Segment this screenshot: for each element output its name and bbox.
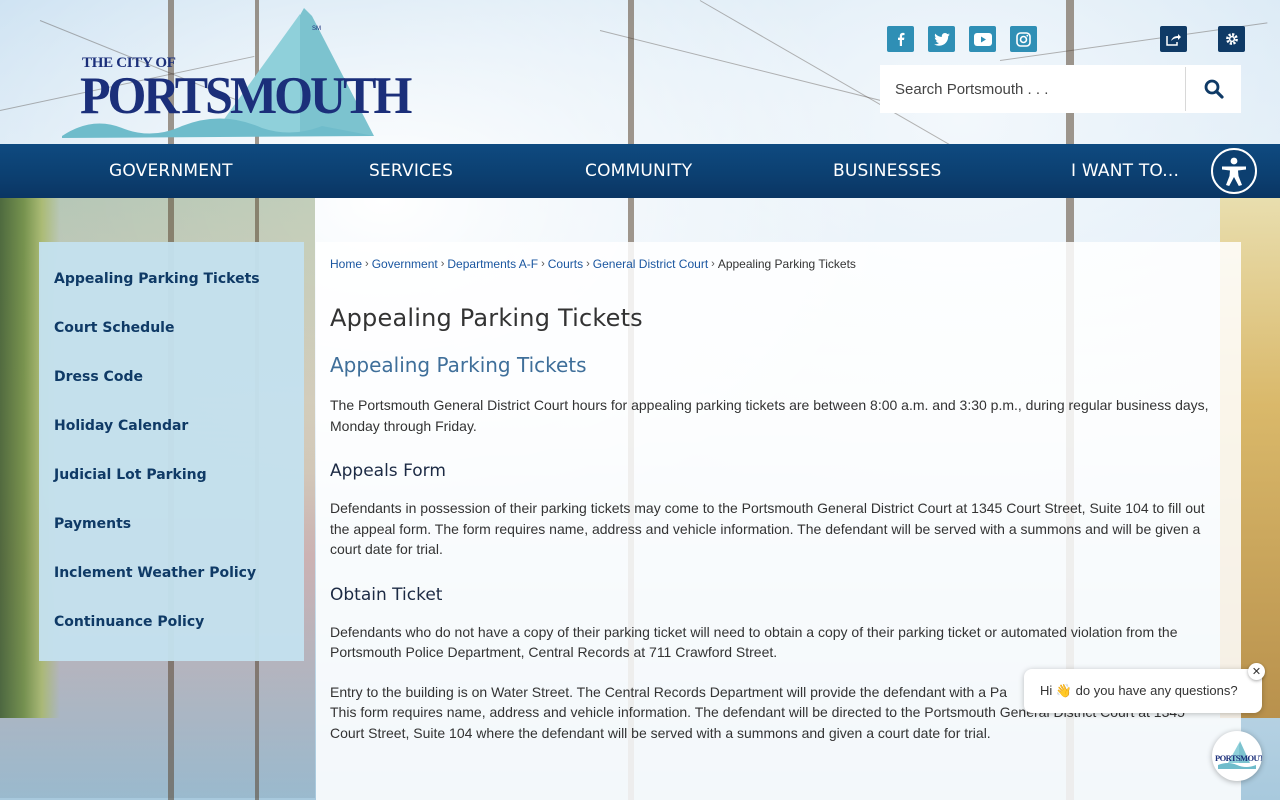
breadcrumb-current: Appealing Parking Tickets bbox=[717, 257, 856, 271]
obtain-ticket-paragraph: Defendants who do not have a copy of the… bbox=[330, 623, 1178, 661]
breadcrumb-courts[interactable]: Courts bbox=[548, 257, 583, 271]
breadcrumb-separator: › bbox=[711, 258, 715, 270]
main-content: Home › Government › Departments A-F › Co… bbox=[316, 242, 1241, 800]
breadcrumb: Home › Government › Departments A-F › Co… bbox=[330, 257, 1227, 271]
search-button[interactable] bbox=[1186, 65, 1241, 113]
breadcrumb-general-district-court[interactable]: General District Court bbox=[593, 257, 708, 271]
breadcrumb-government[interactable]: Government bbox=[372, 257, 438, 271]
gear-icon[interactable] bbox=[1218, 26, 1245, 52]
main-nav: GOVERNMENT SERVICES COMMUNITY BUSINESSES… bbox=[0, 144, 1280, 198]
share-icon[interactable] bbox=[1160, 26, 1187, 52]
youtube-icon[interactable] bbox=[969, 26, 996, 52]
instagram-icon[interactable] bbox=[1010, 26, 1037, 52]
page-title: Appealing Parking Tickets bbox=[330, 304, 643, 332]
accessibility-icon bbox=[1222, 157, 1246, 186]
nav-services[interactable]: SERVICES bbox=[369, 144, 453, 198]
social-links bbox=[887, 26, 1037, 52]
breadcrumb-departments[interactable]: Departments A-F bbox=[447, 257, 538, 271]
sidebar-item-dress-code[interactable]: Dress Code bbox=[39, 353, 304, 402]
chat-greeting-bubble[interactable]: Hi 👋 do you have any questions? bbox=[1024, 669, 1262, 713]
search-icon bbox=[1204, 79, 1224, 99]
breadcrumb-home[interactable]: Home bbox=[330, 257, 362, 271]
entry-line-3: Court Street, Suite 104 where the defend… bbox=[330, 724, 991, 741]
intro-paragraph: The Portsmouth General District Court ho… bbox=[330, 397, 1209, 434]
content-subtitle: Appealing Parking Tickets bbox=[330, 353, 587, 377]
logo-service-mark: SM bbox=[312, 26, 321, 32]
breadcrumb-separator: › bbox=[541, 258, 545, 270]
twitter-icon[interactable] bbox=[928, 26, 955, 52]
city-logo[interactable]: THE CITY OF PORTSMOUTH SM bbox=[62, 8, 412, 138]
close-icon: ✕ bbox=[1251, 666, 1262, 678]
breadcrumb-separator: › bbox=[440, 258, 445, 270]
facebook-icon[interactable] bbox=[887, 26, 914, 52]
appeals-form-paragraph: Defendants in possession of their parkin… bbox=[330, 500, 1205, 557]
obtain-ticket-heading: Obtain Ticket bbox=[330, 584, 443, 605]
appeals-form-heading: Appeals Form bbox=[330, 461, 446, 481]
site-header: THE CITY OF PORTSMOUTH SM bbox=[0, 0, 1280, 144]
sidebar-item-continuance-policy[interactable]: Continuance Policy bbox=[39, 598, 304, 647]
nav-businesses[interactable]: BUSINESSES bbox=[833, 144, 941, 198]
sidebar-item-court-schedule[interactable]: Court Schedule bbox=[39, 304, 304, 353]
logo-portsmouth: PORTSMOUTH bbox=[80, 65, 412, 125]
breadcrumb-separator: › bbox=[365, 258, 369, 270]
search-input[interactable] bbox=[880, 65, 1185, 113]
site-search bbox=[880, 65, 1241, 113]
nav-i-want-to[interactable]: I WANT TO... bbox=[1071, 144, 1179, 198]
sidebar-item-judicial-lot-parking[interactable]: Judicial Lot Parking bbox=[39, 451, 304, 500]
nav-government[interactable]: GOVERNMENT bbox=[109, 144, 233, 198]
nav-community[interactable]: COMMUNITY bbox=[585, 144, 692, 198]
chat-close-button[interactable]: ✕ bbox=[1248, 663, 1265, 680]
sidebar-item-inclement-weather-policy[interactable]: Inclement Weather Policy bbox=[39, 549, 304, 598]
sidebar-item-holiday-calendar[interactable]: Holiday Calendar bbox=[39, 402, 304, 451]
accessibility-button[interactable] bbox=[1211, 148, 1257, 194]
chat-greeting-text: Hi 👋 do you have any questions? bbox=[1040, 683, 1238, 698]
sidebar-item-payments[interactable]: Payments bbox=[39, 500, 304, 549]
chat-launcher-button[interactable]: PORTSMOUTH bbox=[1212, 731, 1262, 781]
section-sidebar: Appealing Parking Tickets Court Schedule… bbox=[39, 242, 304, 661]
chat-avatar-label: PORTSMOUTH bbox=[1215, 753, 1262, 763]
utility-links bbox=[1160, 26, 1245, 52]
entry-line-1: Entry to the building is on Water Street… bbox=[330, 683, 1008, 700]
sidebar-item-appealing-parking-tickets[interactable]: Appealing Parking Tickets bbox=[39, 255, 304, 304]
breadcrumb-separator: › bbox=[586, 258, 590, 270]
